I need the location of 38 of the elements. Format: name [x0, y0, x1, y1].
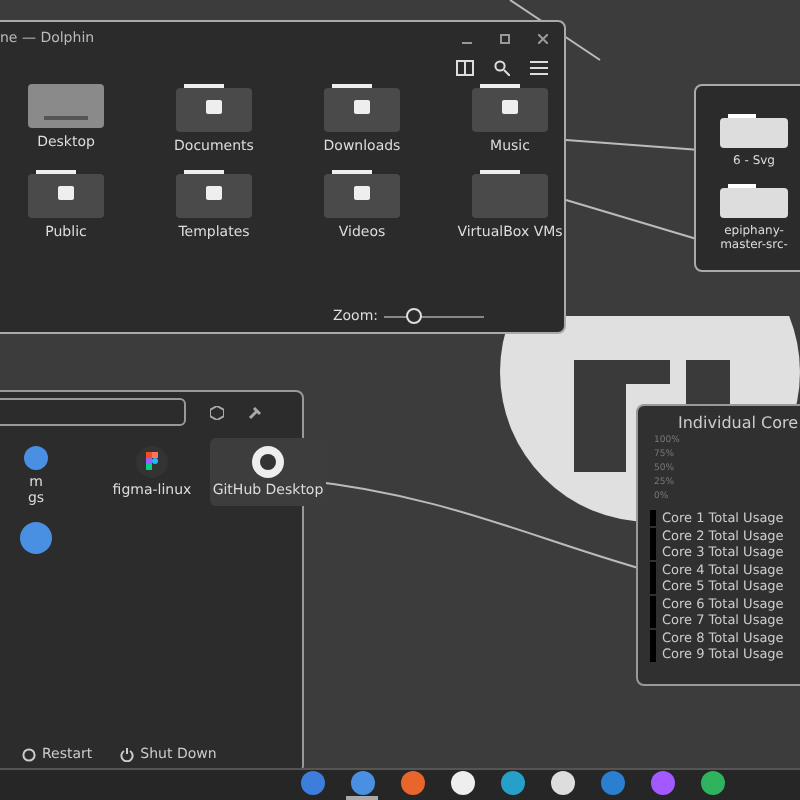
app-icon — [649, 770, 675, 796]
settings-icon[interactable] — [210, 405, 224, 419]
folder-icon — [324, 170, 400, 218]
app-icon — [399, 770, 425, 796]
app-icon — [449, 770, 475, 796]
widget-title: Individual Core — [678, 414, 800, 432]
restart-icon — [22, 747, 36, 761]
folder-icon — [472, 170, 548, 218]
folder-icon — [472, 84, 548, 132]
app-icon — [599, 770, 625, 796]
app-icon — [299, 770, 325, 796]
power-icon — [120, 747, 135, 761]
taskbar-button[interactable] — [346, 770, 378, 800]
taskbar-button[interactable] — [546, 770, 578, 800]
taskbar-button[interactable] — [446, 770, 478, 800]
app-icon — [699, 770, 725, 796]
slider-thumb[interactable] — [406, 307, 422, 323]
figma-icon — [136, 446, 168, 478]
folder-icon — [324, 84, 400, 132]
menu-icon[interactable] — [530, 60, 548, 76]
github-icon — [252, 446, 284, 478]
maximize-icon[interactable] — [500, 33, 510, 43]
split-view-icon[interactable] — [456, 60, 474, 76]
taskbar-button[interactable] — [696, 770, 728, 800]
app-icon — [20, 522, 52, 554]
search-field[interactable] — [0, 398, 186, 426]
app-icon — [549, 770, 575, 796]
search-icon[interactable] — [494, 60, 510, 76]
folder-icon — [28, 170, 104, 218]
folder-icon — [720, 114, 788, 148]
folder-icon — [176, 84, 252, 132]
close-icon[interactable] — [538, 33, 548, 43]
folder-icon — [720, 184, 788, 218]
app-icon — [349, 770, 375, 796]
app-icon — [499, 770, 525, 796]
folder-icon — [176, 170, 252, 218]
app-icon — [20, 446, 52, 470]
desktop-folder-icon — [28, 84, 104, 128]
